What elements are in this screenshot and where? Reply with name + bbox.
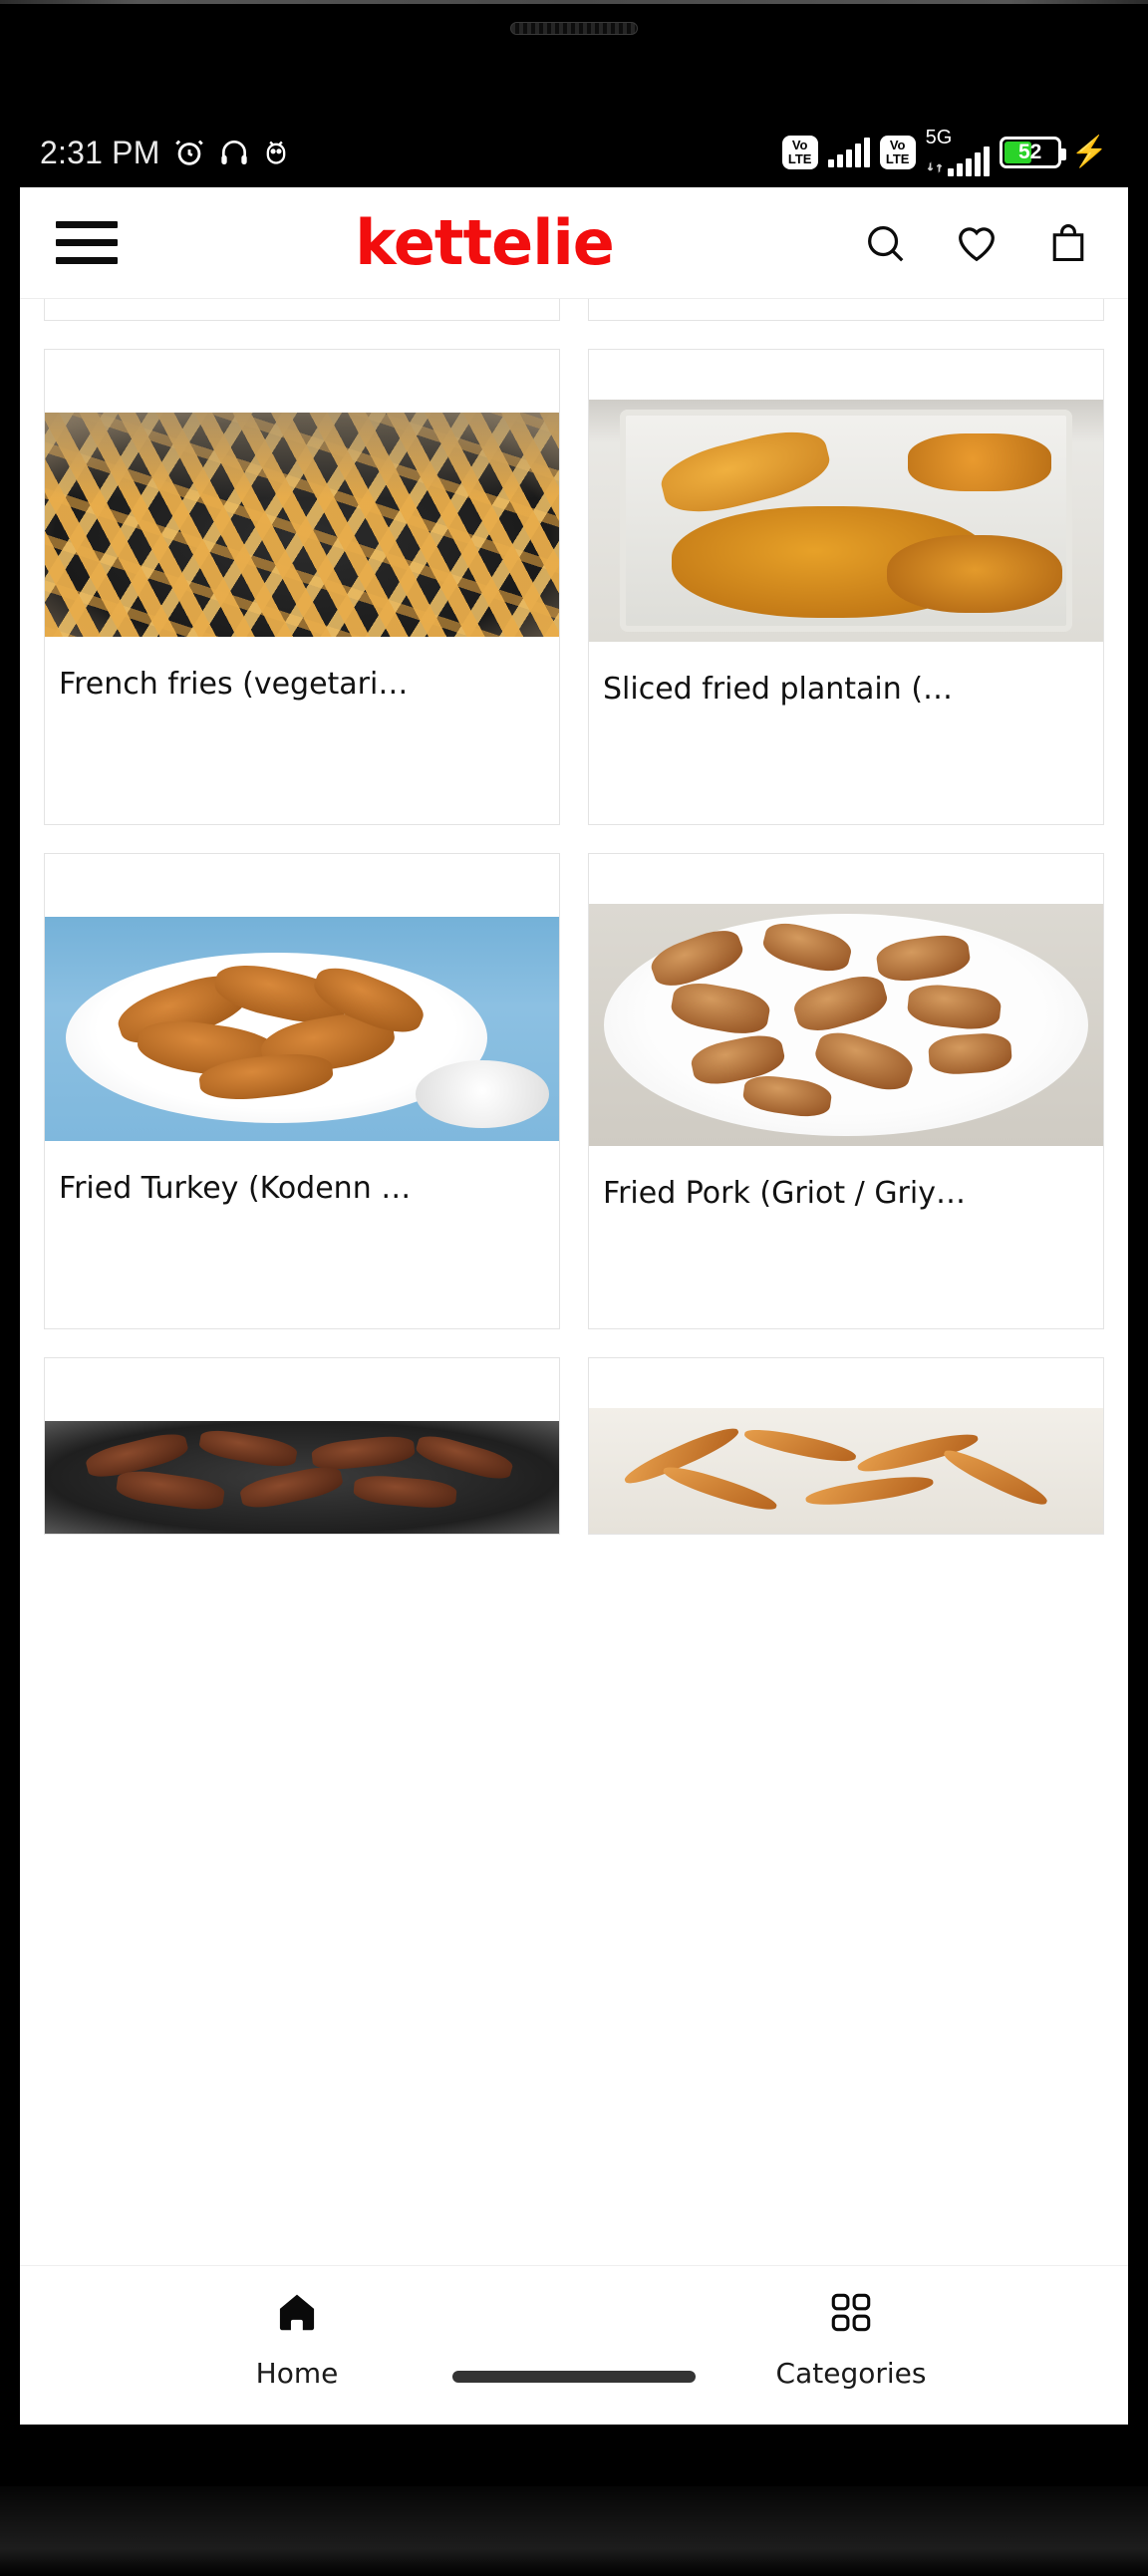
earpiece-speaker bbox=[510, 22, 638, 35]
bezel-top-highlight bbox=[0, 0, 1148, 4]
home-icon bbox=[269, 2288, 325, 2343]
product-image bbox=[45, 413, 559, 637]
phone-frame: 2:31 PM Vo LTE Vo LTE 5G 52 ⚡ kettelie F… bbox=[0, 0, 1148, 2576]
product-image bbox=[589, 1408, 1103, 1534]
french-fries-photo bbox=[45, 413, 559, 637]
charging-bolt-icon: ⚡ bbox=[1070, 136, 1108, 168]
signal-bars-sim1-icon bbox=[827, 138, 870, 167]
heart-icon[interactable] bbox=[953, 219, 1001, 267]
product-image bbox=[589, 400, 1103, 642]
app-header: kettelie bbox=[20, 187, 1128, 299]
product-card[interactable]: Sliced fried plantain (… bbox=[588, 349, 1104, 825]
battery-icon: 52 bbox=[999, 137, 1066, 168]
product-card[interactable] bbox=[44, 1357, 560, 1535]
bottom-navigation: Home Categories bbox=[20, 2265, 1128, 2425]
bezel-bottom-glow bbox=[0, 2486, 1148, 2576]
search-icon[interactable] bbox=[861, 219, 909, 267]
data-network-group: 5G bbox=[925, 127, 990, 176]
gesture-navigation-pill[interactable] bbox=[452, 2371, 696, 2383]
product-title: Fried Pork (Griot / Griy… bbox=[603, 1176, 966, 1211]
battery-percent-label: 52 bbox=[1017, 141, 1042, 163]
product-card[interactable]: Fried Turkey (Kodenn … bbox=[44, 853, 560, 1329]
network-type-label: 5G bbox=[925, 127, 953, 148]
fried-pork-griot-photo bbox=[589, 904, 1103, 1146]
headphones-icon bbox=[218, 137, 250, 168]
product-grid-scroll[interactable]: French fries (vegetari… Sliced fried pla… bbox=[20, 299, 1128, 2425]
product-image bbox=[45, 1421, 559, 1534]
chicken-wings-photo bbox=[589, 1408, 1103, 1534]
data-transfer-icon bbox=[927, 161, 942, 173]
volte-sim2-icon: Vo LTE bbox=[879, 136, 916, 169]
status-bar: 2:31 PM Vo LTE Vo LTE 5G 52 ⚡ bbox=[0, 118, 1148, 187]
grid-categories-icon bbox=[824, 2288, 878, 2343]
product-title: Sliced fried plantain (… bbox=[603, 672, 954, 707]
sliced-fried-plantain-photo bbox=[589, 400, 1103, 642]
status-clock: 2:31 PM bbox=[40, 134, 160, 170]
product-card[interactable] bbox=[588, 1357, 1104, 1535]
shopping-bag-icon[interactable] bbox=[1044, 219, 1092, 267]
product-title: French fries (vegetari… bbox=[59, 667, 409, 702]
product-card[interactable]: French fries (vegetari… bbox=[44, 349, 560, 825]
brand-logo[interactable]: kettelie bbox=[108, 206, 861, 279]
product-card[interactable]: Fried Pork (Griot / Griy… bbox=[588, 853, 1104, 1329]
app-viewport: kettelie French fries (vegetari… Sliced … bbox=[20, 187, 1128, 2425]
product-title: Fried Turkey (Kodenn … bbox=[59, 1171, 412, 1206]
signal-bars-data-icon bbox=[947, 146, 990, 176]
fried-turkey-photo bbox=[45, 917, 559, 1141]
status-bar-left: 2:31 PM bbox=[40, 135, 290, 171]
header-actions bbox=[861, 219, 1092, 267]
status-bar-right: Vo LTE Vo LTE 5G 52 ⚡ bbox=[781, 127, 1108, 176]
nav-label-home: Home bbox=[255, 2357, 339, 2390]
product-grid: French fries (vegetari… Sliced fried pla… bbox=[44, 299, 1104, 1535]
nav-label-categories: Categories bbox=[775, 2357, 927, 2390]
product-image bbox=[45, 917, 559, 1141]
product-card-partial[interactable] bbox=[44, 299, 560, 321]
product-image bbox=[589, 904, 1103, 1146]
fried-beef-photo bbox=[45, 1421, 559, 1534]
product-card-partial[interactable] bbox=[588, 299, 1104, 321]
alarm-clock-icon bbox=[172, 136, 206, 169]
android-debug-icon bbox=[262, 138, 290, 167]
volte-sim1-icon: Vo LTE bbox=[781, 136, 818, 169]
